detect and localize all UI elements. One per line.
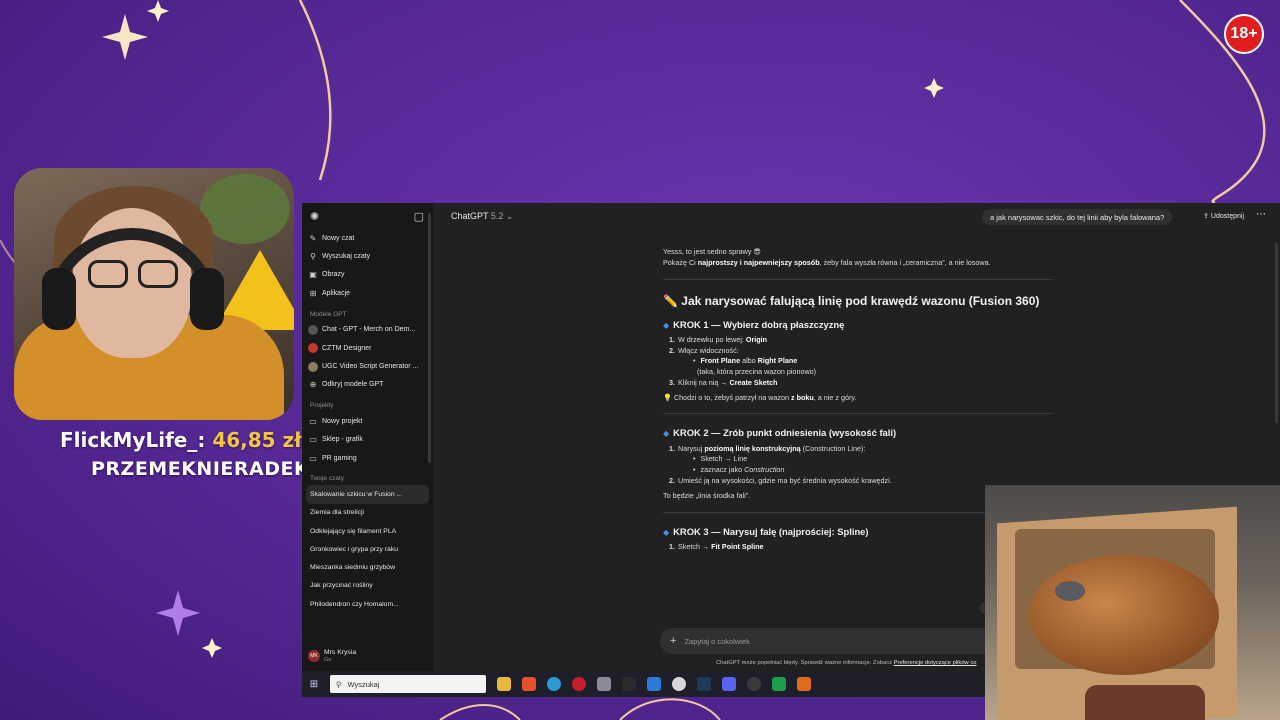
sidebar-item-images[interactable]: ▣ Obrazy <box>302 266 433 284</box>
cat-webcam <box>985 485 1280 720</box>
step-heading: ◆ KROK 1 — Wybierz dobrą płaszczyznę <box>663 318 845 330</box>
list-item: zaznacz jako Construction <box>663 465 1053 476</box>
app-icon[interactable] <box>597 677 611 691</box>
plus-icon[interactable]: + <box>670 635 676 647</box>
list-item: 1. W drzewku po lewej: Origin <box>669 334 768 344</box>
explore-gpts-icon: ⊕ <box>309 380 317 390</box>
list-item-note: (taka, która przecina wazon pionowo) <box>697 367 817 377</box>
sidebar-toggle-icon[interactable]: ▢ <box>414 210 424 223</box>
section-projects: Projekty <box>310 402 334 410</box>
answer-title: ✏️ Jak narysować falującą linię pod kraw… <box>663 293 1040 308</box>
donation-alert: FlickMyLife_: 46,85 zł <box>60 428 302 452</box>
app-icon[interactable] <box>797 677 811 691</box>
opera-browser-icon[interactable] <box>572 677 586 691</box>
intro-line: Yesss, to jest sedno sprawy 😎 <box>663 247 761 256</box>
discord-icon[interactable] <box>722 677 736 691</box>
composer-placeholder: Zapytaj o cokolwiek <box>684 636 750 646</box>
chat-item[interactable]: Ziemia dla strelicji <box>302 504 433 522</box>
project-item[interactable]: ▭ PR gaming <box>302 449 433 467</box>
avatar: MK <box>308 650 320 662</box>
sidebar-item-apps[interactable]: ⊞ Aplikacje <box>302 284 433 302</box>
chevron-down-icon: ⌄ <box>505 210 514 221</box>
gpt-item[interactable]: UGC Video Script Generator ... <box>302 357 433 375</box>
app-icon[interactable] <box>647 677 661 691</box>
steam-icon[interactable] <box>697 677 711 691</box>
folder-plus-icon: ▭ <box>309 416 317 426</box>
sidebar-scrollbar[interactable] <box>428 213 431 463</box>
epic-games-icon[interactable] <box>622 677 636 691</box>
search-icon: ⚲ <box>310 252 316 262</box>
divider <box>663 413 1053 415</box>
gpt-avatar-icon <box>308 361 318 372</box>
chat-item[interactable]: Mieszanka siedmiu grzybów <box>302 558 433 576</box>
intro-line: Pokażę Ci najprostszy i najpewniejszy sp… <box>663 257 991 267</box>
more-options-icon[interactable]: ⋯ <box>1256 209 1266 220</box>
user-name: Mrs Krysia <box>324 648 357 656</box>
openai-logo-icon[interactable]: ✺ <box>310 210 319 223</box>
section-chats: Twoje czaty <box>310 475 344 483</box>
donor-name: PRZEMEKNIERADEK ♥ <box>91 458 334 480</box>
sidebar-item-search[interactable]: ⚲ Wyszukaj czaty <box>302 247 433 265</box>
folder-icon: ▭ <box>309 453 317 463</box>
divider <box>663 278 1053 280</box>
model-selector[interactable]: ChatGPT 5.2 ⌄ <box>451 211 513 222</box>
list-item: Sketch → Line <box>663 454 1053 465</box>
user-message-bubble: a jak narysowac szkic, do tej linii aby … <box>982 209 1173 225</box>
tip-line: 💡 Chodzi o to, żebyś patrzył na wazon z … <box>663 392 857 402</box>
taskbar-search[interactable]: ⚲ Wyszukaj <box>330 675 486 693</box>
user-plan: Go <box>324 657 332 664</box>
chat-item[interactable]: Philodendron czy Homalom... <box>302 595 433 613</box>
section-gpts: Modele GPT <box>310 310 347 318</box>
share-icon: ⇪ <box>1203 213 1209 220</box>
gpt-item[interactable]: ⊕ Odkryj modele GPT <box>302 376 433 394</box>
donation-name: FlickMyLife_: <box>60 428 206 452</box>
disclaimer: ChatGPT może popełniać błędy. Sprawdź wa… <box>716 660 977 666</box>
folder-icon: ▭ <box>309 435 317 445</box>
project-item[interactable]: ▭ Sklep - grafik <box>302 431 433 449</box>
apps-icon: ⊞ <box>309 288 317 298</box>
sidebar-item-new-chat[interactable]: ✎ Nowy czat <box>302 229 433 247</box>
chat-item[interactable]: Gronkowiec i grypa przy raku <box>302 540 433 558</box>
search-icon: ⚲ <box>336 679 342 689</box>
diamond-icon: ◆ <box>663 320 670 330</box>
donor-label: PRZEMEKNIERADEK <box>91 458 310 480</box>
gpt-item[interactable]: CZTM Designer <box>302 339 433 357</box>
windows-start-icon[interactable]: ⊞ <box>302 679 326 690</box>
windows-taskbar: ⊞ ⚲ Wyszukaj <box>302 671 985 697</box>
step-heading: ◆ KROK 2 — Zrób punkt odniesienia (wysoko… <box>663 427 897 439</box>
project-item[interactable]: ▭ Nowy projekt <box>302 412 433 430</box>
chat-item[interactable]: Jak przycinać rośliny <box>302 577 433 595</box>
sidebar: ✺ ▢ ✎ Nowy czat ⚲ Wyszukaj czaty ▣ Obrazy ⊞… <box>302 203 433 671</box>
gpt-avatar-icon <box>308 324 318 335</box>
chat-item-active[interactable]: Skalowanie szkicu w Fusion ... <box>306 485 429 504</box>
edge-browser-icon[interactable] <box>547 677 561 691</box>
list-item: 2. Włącz widoczność: <box>669 345 739 355</box>
pencil-icon: ✏️ <box>663 293 678 308</box>
list-item: 3. Kliknij na nią → Create Sketch <box>669 377 778 387</box>
chat-item[interactable]: Odklejający się filament PLA <box>302 522 433 540</box>
chat-scrollbar[interactable] <box>1275 243 1278 423</box>
share-button[interactable]: ⇪ Udostępnij <box>1203 212 1244 220</box>
age-rating-badge: 18+ <box>1224 14 1264 54</box>
new-chat-icon: ✎ <box>309 233 317 243</box>
chrome-browser-icon[interactable] <box>672 677 686 691</box>
diamond-icon: ◆ <box>663 429 670 439</box>
sidebar-top-items: ✎ Nowy czat ⚲ Wyszukaj czaty ▣ Obrazy ⊞ Apli… <box>302 229 433 303</box>
list-item: Front Plane albo Right Plane <box>663 356 1053 367</box>
streamer-webcam <box>14 168 294 420</box>
list-item: 1. Narysuj poziomą linię konstrukcyjną (C… <box>669 443 866 453</box>
user-profile[interactable]: MK Mrs Krysia Go <box>302 645 433 667</box>
brave-browser-icon[interactable] <box>522 677 536 691</box>
obs-icon[interactable] <box>747 677 761 691</box>
donation-amount: 46,85 zł <box>212 428 302 452</box>
gpt-item[interactable]: Chat - GPT - Merch on Dem... <box>302 321 433 339</box>
images-icon: ▣ <box>309 270 317 280</box>
gpt-avatar-icon <box>308 343 318 354</box>
preferences-link[interactable]: Preferencje dotyczące plików co <box>894 660 977 666</box>
file-explorer-icon[interactable] <box>497 677 511 691</box>
diamond-icon: ◆ <box>663 527 670 537</box>
spreadsheet-icon[interactable] <box>772 677 786 691</box>
